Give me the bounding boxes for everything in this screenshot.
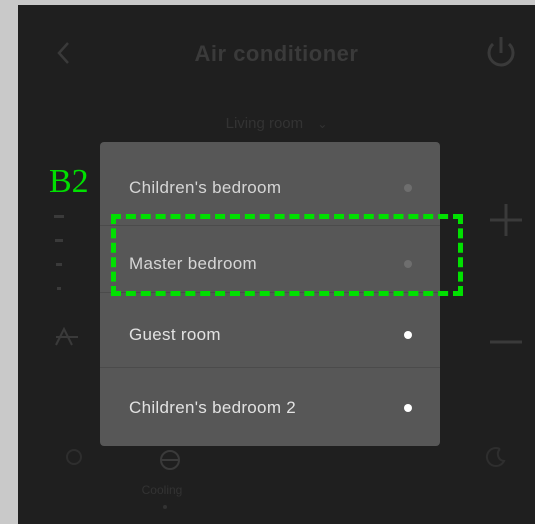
minus-icon[interactable] (486, 337, 526, 347)
dropdown-item-childrens-bedroom-2[interactable]: Children's bedroom 2 (100, 370, 440, 446)
plus-icon[interactable] (486, 200, 526, 240)
fan-speed-icon[interactable] (48, 205, 68, 305)
status-dot-icon (404, 404, 412, 412)
timer-icon[interactable] (64, 445, 84, 469)
room-selector[interactable]: Living room ⌄ (18, 115, 535, 132)
dropdown-item-label: Children's bedroom (129, 178, 282, 197)
page-title: Air conditioner (194, 41, 359, 66)
divider (100, 367, 440, 368)
mode-label: Cooling (141, 483, 183, 497)
dropdown-item-label: Children's bedroom 2 (129, 398, 297, 417)
power-icon[interactable] (482, 33, 520, 73)
mode-indicator-dot (163, 505, 167, 509)
sleep-icon[interactable] (484, 445, 508, 469)
annotation-label: B2 (49, 163, 89, 200)
dropdown-item-guest-room[interactable]: Guest room (100, 297, 440, 373)
annotation-box (111, 214, 463, 296)
cooling-mode-icon[interactable] (150, 445, 190, 475)
dropdown-item-label: Guest room (129, 325, 221, 344)
swing-icon[interactable] (52, 323, 82, 353)
status-dot-icon (404, 331, 412, 339)
status-dot-icon (404, 184, 412, 192)
room-selector-label: Living room (225, 115, 304, 132)
chevron-down-icon: ⌄ (317, 117, 328, 131)
